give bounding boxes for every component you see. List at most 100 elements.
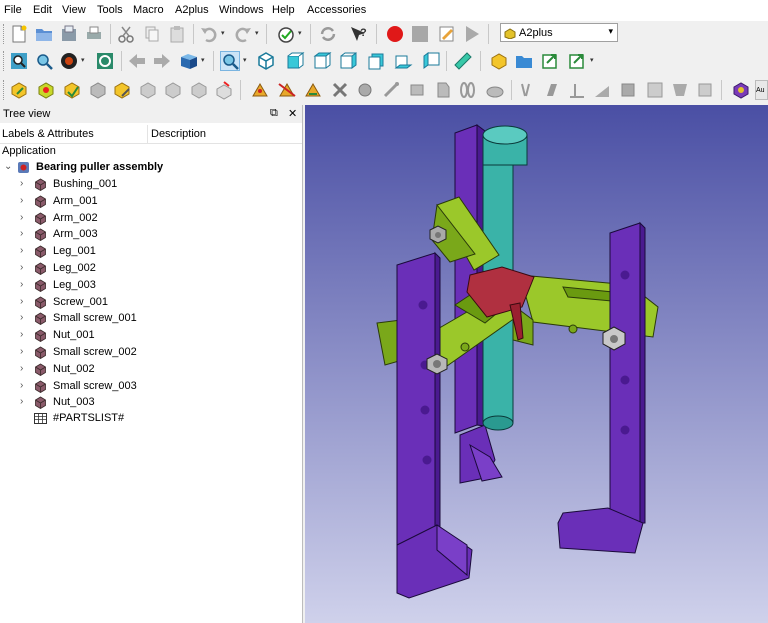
small-screw-front[interactable] [460,342,470,352]
small-screw-right[interactable] [568,324,578,334]
circular-edge-icon[interactable] [381,80,401,100]
chevron-right-icon[interactable]: › [20,262,23,273]
back-icon[interactable] [127,51,147,71]
menu-help[interactable]: Help [272,4,295,16]
axial-alignment-icon[interactable] [457,80,477,100]
stop-macro-icon[interactable] [410,24,430,44]
tree-item[interactable]: › Arm_002 [0,210,302,227]
chevron-right-icon[interactable]: › [20,346,23,357]
measure-icon[interactable] [453,51,473,71]
column-labels[interactable]: Labels & Attributes [2,128,94,140]
rear-view-icon[interactable] [366,51,386,71]
front-view-icon[interactable] [285,51,305,71]
chevron-down-icon[interactable]: ⌄ [4,161,12,172]
toolbar-grip[interactable] [3,51,6,71]
point-on-line-icon[interactable] [277,80,297,100]
plane-parallel-icon[interactable] [407,80,427,100]
import-icon[interactable] [540,51,560,71]
paste-icon[interactable] [167,24,187,44]
flexible-part-icon[interactable] [189,80,209,100]
chevron-right-icon[interactable]: › [20,212,23,223]
tree-item[interactable]: › Arm_003 [0,226,302,243]
solve-constraints-icon[interactable] [542,80,562,100]
tree-item[interactable]: › Small screw_002 [0,344,302,361]
std-views-icon[interactable] [179,51,199,71]
update-icon[interactable] [567,51,587,71]
3d-viewport[interactable] [305,105,768,623]
duplicate-part-icon[interactable] [88,80,108,100]
menu-file[interactable]: File [4,4,22,16]
show-connected-icon[interactable] [618,80,638,100]
add-subassembly-icon[interactable] [36,80,56,100]
tree-item[interactable]: › Bushing_001 [0,176,302,193]
menu-tools[interactable]: Tools [97,4,123,16]
chevron-right-icon[interactable]: › [20,396,23,407]
parts-list-icon[interactable] [645,80,665,100]
a2plus-workbench-icon[interactable] [731,80,751,100]
top-view-icon[interactable] [312,51,332,71]
tree-item[interactable]: › Small screw_003 [0,378,302,395]
whats-this-icon[interactable]: ? [348,24,368,44]
cut-icon[interactable] [116,24,136,44]
convert-part-icon[interactable] [214,80,234,100]
tree-item[interactable]: › Arm_001 [0,193,302,210]
tree-item[interactable]: › Leg_001 [0,243,302,260]
move-part-icon[interactable] [138,80,158,100]
nut-front[interactable] [426,353,448,375]
right-view-icon[interactable] [338,51,358,71]
chevron-right-icon[interactable]: › [20,178,23,189]
chevron-right-icon[interactable]: › [20,363,23,374]
record-macro-icon[interactable] [385,24,405,44]
fixed-part-icon[interactable] [163,80,183,100]
column-description[interactable]: Description [151,128,206,140]
menu-edit[interactable]: Edit [33,4,52,16]
sphere-constraint-icon[interactable] [355,80,375,100]
tree-item[interactable]: › Screw_001 [0,294,302,311]
document-node[interactable]: ⌄ Bearing puller assembly [0,159,302,176]
chevron-right-icon[interactable]: › [20,245,23,256]
toolbar-overflow[interactable]: Au [755,80,768,100]
menu-a2plus[interactable]: A2plus [175,4,209,16]
chevron-right-icon[interactable]: › [20,195,23,206]
menu-macro[interactable]: Macro [133,4,164,16]
bottom-view-icon[interactable] [393,51,413,71]
redo-icon[interactable] [233,24,253,44]
plane-coincident-icon[interactable] [433,80,453,100]
update-parts-icon[interactable] [62,80,82,100]
edit-macro-icon[interactable] [437,24,457,44]
move-icon[interactable] [592,80,612,100]
draw-style-icon[interactable] [59,51,79,71]
center-of-mass-icon[interactable] [517,80,537,100]
sync-view-icon[interactable] [95,51,115,71]
close-panel-button[interactable]: ✕ [288,107,297,120]
tree-item[interactable]: › Leg_003 [0,277,302,294]
refresh-icon[interactable] [318,24,338,44]
add-part-icon[interactable] [9,80,29,100]
tree-item[interactable]: › Nut_003 [0,394,302,411]
open-folder-icon[interactable] [34,24,54,44]
menu-view[interactable]: View [62,4,86,16]
chevron-right-icon[interactable]: › [20,312,23,323]
float-panel-button[interactable]: ⧉ [270,107,278,120]
chevron-right-icon[interactable]: › [20,380,23,391]
tree-item[interactable]: › Nut_001 [0,327,302,344]
forward-icon[interactable] [152,51,172,71]
macro-record-stop-icon[interactable] [276,24,296,44]
toolbar-grip[interactable] [3,24,6,44]
folder-icon[interactable] [514,51,534,71]
assembly-model[interactable] [305,105,768,623]
print-icon[interactable] [84,24,104,44]
new-file-icon[interactable] [9,24,29,44]
copy-icon[interactable] [142,24,162,44]
a2plus-part-icon[interactable] [489,51,509,71]
propagate-icon[interactable] [567,80,587,100]
point-identity-icon[interactable] [250,80,270,100]
cd-icon[interactable] [670,80,690,100]
clean-icon[interactable] [695,80,715,100]
tree-item[interactable]: › Nut_002 [0,361,302,378]
workbench-selector[interactable]: A2plus ▾ [500,23,618,42]
chevron-right-icon[interactable]: › [20,279,23,290]
delete-constraint-icon[interactable] [330,80,350,100]
chevron-right-icon[interactable]: › [20,329,23,340]
fit-all-icon[interactable] [9,51,29,71]
